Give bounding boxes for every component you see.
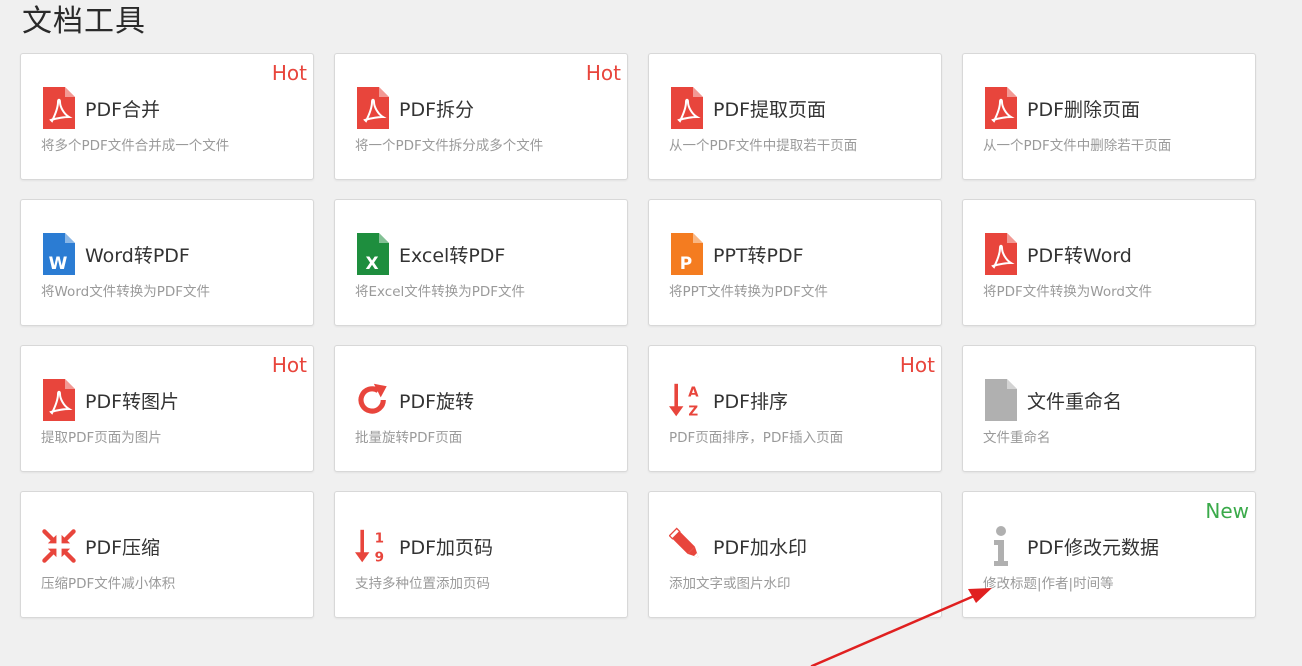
tool-card-pdf-to-image[interactable]: Hot PDF转图片 提取PDF页面为图片 bbox=[20, 345, 314, 472]
tool-card-file-rename[interactable]: 文件重命名 文件重命名 bbox=[962, 345, 1256, 472]
tool-description: 将Excel文件转换为PDF文件 bbox=[355, 284, 526, 300]
tool-title: Excel转PDF bbox=[399, 244, 506, 267]
compress-icon bbox=[41, 524, 77, 568]
tool-title: PDF提取页面 bbox=[713, 98, 827, 121]
hot-badge: Hot bbox=[585, 61, 621, 85]
tool-card-pdf-page-numbers[interactable]: 1 9 PDF加页码 支持多种位置添加页码 bbox=[334, 491, 628, 618]
svg-text:P: P bbox=[680, 254, 692, 274]
page-number-icon: 19 bbox=[355, 524, 391, 568]
tool-description: 从一个PDF文件中删除若干页面 bbox=[983, 138, 1172, 154]
hot-badge: Hot bbox=[271, 61, 307, 85]
tool-description: 从一个PDF文件中提取若干页面 bbox=[669, 138, 858, 154]
pdf-file-icon bbox=[983, 86, 1019, 130]
tool-card-ppt-to-pdf[interactable]: P PPT转PDF 将PPT文件转换为PDF文件 bbox=[648, 199, 942, 326]
tool-card-pdf-split[interactable]: Hot PDF拆分 将一个PDF文件拆分成多个文件 bbox=[334, 53, 628, 180]
tool-description: 将PDF文件转换为Word文件 bbox=[983, 284, 1153, 300]
excel-file-icon: X bbox=[355, 232, 391, 276]
pdf-file-icon bbox=[669, 86, 705, 130]
tool-description: 将多个PDF文件合并成一个文件 bbox=[41, 138, 230, 154]
tool-title: PPT转PDF bbox=[713, 244, 804, 267]
tool-description: 将Word文件转换为PDF文件 bbox=[41, 284, 211, 300]
word-file-icon: W bbox=[41, 232, 77, 276]
svg-text:A: A bbox=[688, 384, 699, 400]
tool-description: 压缩PDF文件减小体积 bbox=[41, 576, 176, 592]
tool-card-pdf-rotate[interactable]: PDF旋转 批量旋转PDF页面 bbox=[334, 345, 628, 472]
tool-description: 批量旋转PDF页面 bbox=[355, 430, 463, 446]
ppt-file-icon: P bbox=[669, 232, 705, 276]
sort-az-icon: AZ bbox=[669, 378, 705, 422]
svg-text:1: 1 bbox=[375, 530, 384, 546]
tool-card-pdf-delete-pages[interactable]: PDF删除页面 从一个PDF文件中删除若干页面 bbox=[962, 53, 1256, 180]
tool-description: 文件重命名 bbox=[983, 430, 1051, 446]
svg-text:X: X bbox=[365, 254, 378, 274]
tool-grid: Hot PDF合并 将多个PDF文件合并成一个文件 Hot PDF拆分 将一个P… bbox=[20, 53, 1256, 618]
tool-title: 文件重命名 bbox=[1027, 390, 1123, 413]
pencil-icon bbox=[669, 524, 705, 568]
tool-title: PDF压缩 bbox=[85, 536, 161, 559]
tool-title: PDF加水印 bbox=[713, 536, 808, 559]
tool-title: PDF转图片 bbox=[85, 390, 180, 413]
tool-title: PDF转Word bbox=[1027, 244, 1132, 267]
tool-title: PDF合并 bbox=[85, 98, 161, 121]
blank-file-icon bbox=[983, 378, 1019, 422]
tool-card-pdf-watermark[interactable]: PDF加水印 添加文字或图片水印 bbox=[648, 491, 942, 618]
tool-description: 添加文字或图片水印 bbox=[669, 576, 791, 592]
svg-text:Z: Z bbox=[688, 403, 698, 419]
tool-title: PDF修改元数据 bbox=[1027, 536, 1160, 559]
tool-title: PDF排序 bbox=[713, 390, 789, 413]
pdf-file-icon bbox=[355, 86, 391, 130]
tool-title: PDF删除页面 bbox=[1027, 98, 1141, 121]
svg-text:W: W bbox=[49, 254, 68, 274]
pdf-file-icon bbox=[983, 232, 1019, 276]
tool-description: PDF页面排序，PDF插入页面 bbox=[669, 430, 844, 446]
hot-badge: Hot bbox=[271, 353, 307, 377]
tool-title: PDF加页码 bbox=[399, 536, 494, 559]
info-icon bbox=[983, 524, 1019, 568]
tool-card-pdf-to-word[interactable]: PDF转Word 将PDF文件转换为Word文件 bbox=[962, 199, 1256, 326]
tool-title: PDF旋转 bbox=[399, 390, 475, 413]
new-badge: New bbox=[1205, 499, 1249, 523]
tool-card-pdf-sort[interactable]: Hot A Z PDF排序 PDF页面排序，PDF插入页面 bbox=[648, 345, 942, 472]
pdf-file-icon bbox=[41, 378, 77, 422]
tool-card-pdf-metadata[interactable]: New PDF修改元数据 修改标题|作者|时间等 bbox=[962, 491, 1256, 618]
tool-title: Word转PDF bbox=[85, 244, 190, 267]
tool-description: 将一个PDF文件拆分成多个文件 bbox=[355, 138, 544, 154]
tool-card-pdf-extract-pages[interactable]: PDF提取页面 从一个PDF文件中提取若干页面 bbox=[648, 53, 942, 180]
tool-card-pdf-compress[interactable]: PDF压缩 压缩PDF文件减小体积 bbox=[20, 491, 314, 618]
tool-card-pdf-merge[interactable]: Hot PDF合并 将多个PDF文件合并成一个文件 bbox=[20, 53, 314, 180]
tool-description: 修改标题|作者|时间等 bbox=[983, 576, 1114, 592]
tool-description: 支持多种位置添加页码 bbox=[355, 576, 490, 592]
tool-card-word-to-pdf[interactable]: W Word转PDF 将Word文件转换为PDF文件 bbox=[20, 199, 314, 326]
page-title: 文档工具 bbox=[22, 4, 146, 39]
hot-badge: Hot bbox=[899, 353, 935, 377]
tool-title: PDF拆分 bbox=[399, 98, 475, 121]
tool-description: 将PPT文件转换为PDF文件 bbox=[669, 284, 828, 300]
pdf-file-icon bbox=[41, 86, 77, 130]
tool-card-excel-to-pdf[interactable]: X Excel转PDF 将Excel文件转换为PDF文件 bbox=[334, 199, 628, 326]
tool-description: 提取PDF页面为图片 bbox=[41, 430, 162, 446]
rotate-icon bbox=[355, 378, 391, 422]
svg-text:9: 9 bbox=[375, 549, 384, 565]
